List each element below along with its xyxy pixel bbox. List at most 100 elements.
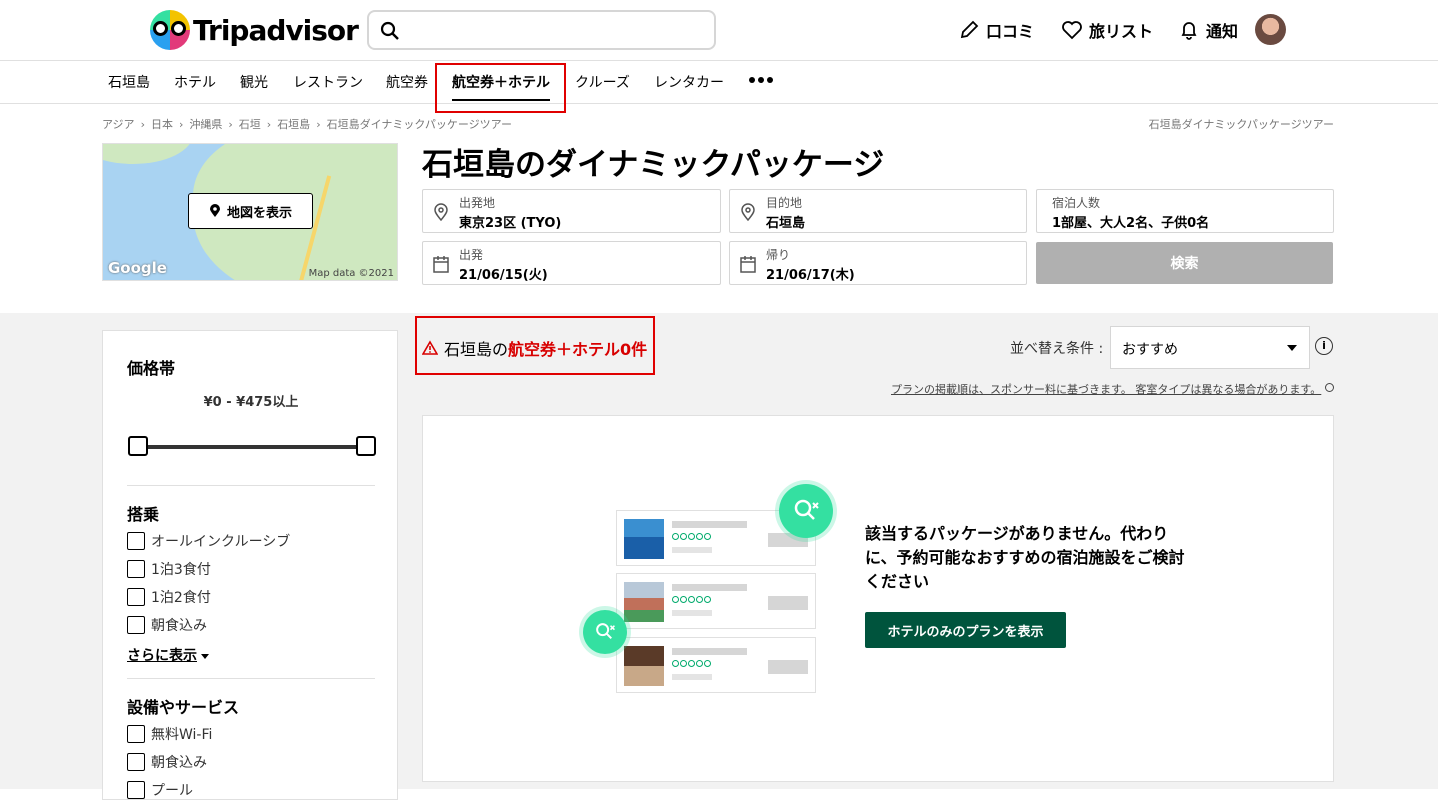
placeholder-card xyxy=(616,573,816,629)
breadcrumb: アジア › 日本 › 沖縄県 › 石垣 › 石垣島 › 石垣島ダイナミックパッケージツアー xyxy=(102,116,512,132)
location-pin-icon xyxy=(741,203,755,222)
destination-label: 目的地 xyxy=(766,196,803,210)
price-slider-min-handle[interactable] xyxy=(128,436,148,456)
board-option-breakfast[interactable]: 朝食込み xyxy=(127,615,207,635)
divider xyxy=(127,678,375,679)
resort-image xyxy=(624,582,664,622)
trips-link[interactable]: 旅リスト xyxy=(1061,18,1153,42)
sort-label: 並べ替え条件 : xyxy=(1010,341,1104,357)
destination-field[interactable]: 目的地 石垣島 xyxy=(729,189,1027,233)
guests-label: 宿泊人数 xyxy=(1052,196,1101,210)
tripadvisor-logo[interactable]: Tripadvisor xyxy=(150,10,359,50)
tab-rental-cars[interactable]: レンタカー xyxy=(654,72,724,92)
search-button[interactable]: 検索 xyxy=(1036,242,1333,284)
empty-message: 該当するパッケージがありません。代わりに、予約可能なおすすめの宿泊施設をご検討く… xyxy=(865,524,1185,591)
return-date-field[interactable]: 帰り 21/06/17(木) xyxy=(729,241,1027,285)
breadcrumb-ishigaki-city[interactable]: 石垣 xyxy=(239,116,261,132)
breadcrumb-current: 石垣島ダイナミックパッケージツアー xyxy=(326,118,512,131)
amenity-option-breakfast[interactable]: 朝食込み xyxy=(127,752,207,772)
tab-hotels[interactable]: ホテル xyxy=(174,72,216,92)
category-bar: 石垣島 ホテル 観光 レストラン 航空券 航空券＋ホテル クルーズ レンタカー xyxy=(0,61,1438,104)
caret-down-icon xyxy=(201,654,209,659)
reviews-link[interactable]: 口コミ xyxy=(958,18,1034,42)
amenity-option-wifi[interactable]: 無料Wi-Fi xyxy=(127,724,212,744)
checkbox[interactable] xyxy=(127,781,145,799)
search-off-icon xyxy=(779,484,833,538)
map-copyright: Map data ©2021 xyxy=(308,268,394,279)
calendar-icon xyxy=(740,256,756,273)
chevron-right-icon: › xyxy=(316,117,321,131)
destination-value: 石垣島 xyxy=(766,216,806,231)
avatar[interactable] xyxy=(1255,14,1286,45)
bell-icon xyxy=(1181,22,1197,40)
depart-label: 出発 xyxy=(459,248,484,262)
checkbox[interactable] xyxy=(127,725,145,743)
origin-value: 東京23区 (TYO) xyxy=(459,216,562,231)
price-slider-max-handle[interactable] xyxy=(356,436,376,456)
owl-logo-icon xyxy=(150,10,190,50)
show-hotels-only-button[interactable]: ホテルのみのプランを表示 xyxy=(865,612,1066,648)
tab-ishigaki[interactable]: 石垣島 xyxy=(108,72,150,92)
checkbox[interactable] xyxy=(127,753,145,771)
empty-results-panel: 該当するパッケージがありません。代わりに、予約可能なおすすめの宿泊施設をご検討く… xyxy=(422,415,1334,782)
alerts-label: 通知 xyxy=(1206,22,1239,41)
checkbox[interactable] xyxy=(127,532,145,550)
board-option-3-meals[interactable]: 1泊3食付 xyxy=(127,559,211,579)
breadcrumb-right-title: 石垣島ダイナミックパッケージツアー xyxy=(1148,118,1334,131)
origin-label: 出発地 xyxy=(459,196,496,210)
page-title: 石垣島のダイナミックパッケージ xyxy=(422,147,885,183)
highlight-box-results xyxy=(415,316,655,375)
origin-field[interactable]: 出発地 東京23区 (TYO) xyxy=(422,189,721,233)
price-range-value: ¥0 - ¥475以上 xyxy=(203,395,299,410)
board-filter-title: 搭乗 xyxy=(127,505,160,524)
sponsor-note[interactable]: プランの掲載順は、スポンサー料に基づきます。 客室タイプは異なる場合があります。 xyxy=(891,381,1321,397)
top-bar: Tripadvisor 口コミ 旅リスト 通知 xyxy=(0,0,1438,61)
brand-name: Tripadvisor xyxy=(193,13,359,47)
checkbox[interactable] xyxy=(127,588,145,606)
depart-date-field[interactable]: 出発 21/06/15(火) xyxy=(422,241,721,285)
search-icon xyxy=(380,21,399,40)
amenities-filter-title: 設備やサービス xyxy=(127,698,240,717)
tab-restaurants[interactable]: レストラン xyxy=(293,72,363,92)
info-icon[interactable]: i xyxy=(1315,337,1333,355)
return-label: 帰り xyxy=(766,248,791,262)
board-option-all-inclusive[interactable]: オールインクルーシブ xyxy=(127,531,290,551)
guests-field[interactable]: 宿泊人数 1部屋、大人2名、子供0名 xyxy=(1036,189,1334,233)
checkbox[interactable] xyxy=(127,616,145,634)
search-off-icon xyxy=(583,610,627,654)
return-value: 21/06/17(木) xyxy=(766,268,855,283)
show-map-button[interactable]: 地図を表示 xyxy=(188,193,313,229)
breadcrumb-japan[interactable]: 日本 xyxy=(151,116,173,132)
location-pin-icon xyxy=(434,203,448,222)
breadcrumb-ishigaki-island[interactable]: 石垣島 xyxy=(277,116,310,132)
chevron-right-icon: › xyxy=(228,117,233,131)
board-option-2-meals[interactable]: 1泊2食付 xyxy=(127,587,211,607)
trips-label: 旅リスト xyxy=(1089,22,1154,41)
breadcrumb-asia[interactable]: アジア xyxy=(102,116,135,132)
highlight-box-tab xyxy=(435,63,566,113)
depart-value: 21/06/15(火) xyxy=(459,268,548,283)
tab-flights[interactable]: 航空券 xyxy=(386,72,428,92)
guests-value: 1部屋、大人2名、子供0名 xyxy=(1052,216,1210,231)
show-more-link[interactable]: さらに表示 xyxy=(127,645,209,665)
info-icon[interactable] xyxy=(1325,383,1334,392)
tab-things-to-do[interactable]: 観光 xyxy=(240,72,268,92)
breadcrumb-okinawa[interactable]: 沖縄県 xyxy=(189,116,222,132)
reviews-label: 口コミ xyxy=(986,22,1035,41)
map-thumbnail[interactable]: 地図を表示 Google Map data ©2021 xyxy=(102,143,398,281)
search-input[interactable] xyxy=(367,10,716,50)
filters-panel: 価格帯 ¥0 - ¥475以上 搭乗 オールインクルーシブ 1泊3食付 1泊2食… xyxy=(102,330,398,800)
price-slider-track[interactable] xyxy=(137,445,365,449)
amenity-option-pool[interactable]: プール xyxy=(127,780,193,800)
pencil-icon xyxy=(960,20,979,39)
map-pin-icon xyxy=(209,204,220,217)
sort-select[interactable]: おすすめ xyxy=(1110,326,1310,369)
placeholder-card xyxy=(616,637,816,693)
tab-cruises[interactable]: クルーズ xyxy=(575,72,630,92)
divider xyxy=(127,485,375,486)
room-image xyxy=(624,646,664,686)
alerts-link[interactable]: 通知 xyxy=(1178,18,1238,42)
chevron-right-icon: › xyxy=(140,117,145,131)
more-icon[interactable] xyxy=(749,77,773,83)
checkbox[interactable] xyxy=(127,560,145,578)
